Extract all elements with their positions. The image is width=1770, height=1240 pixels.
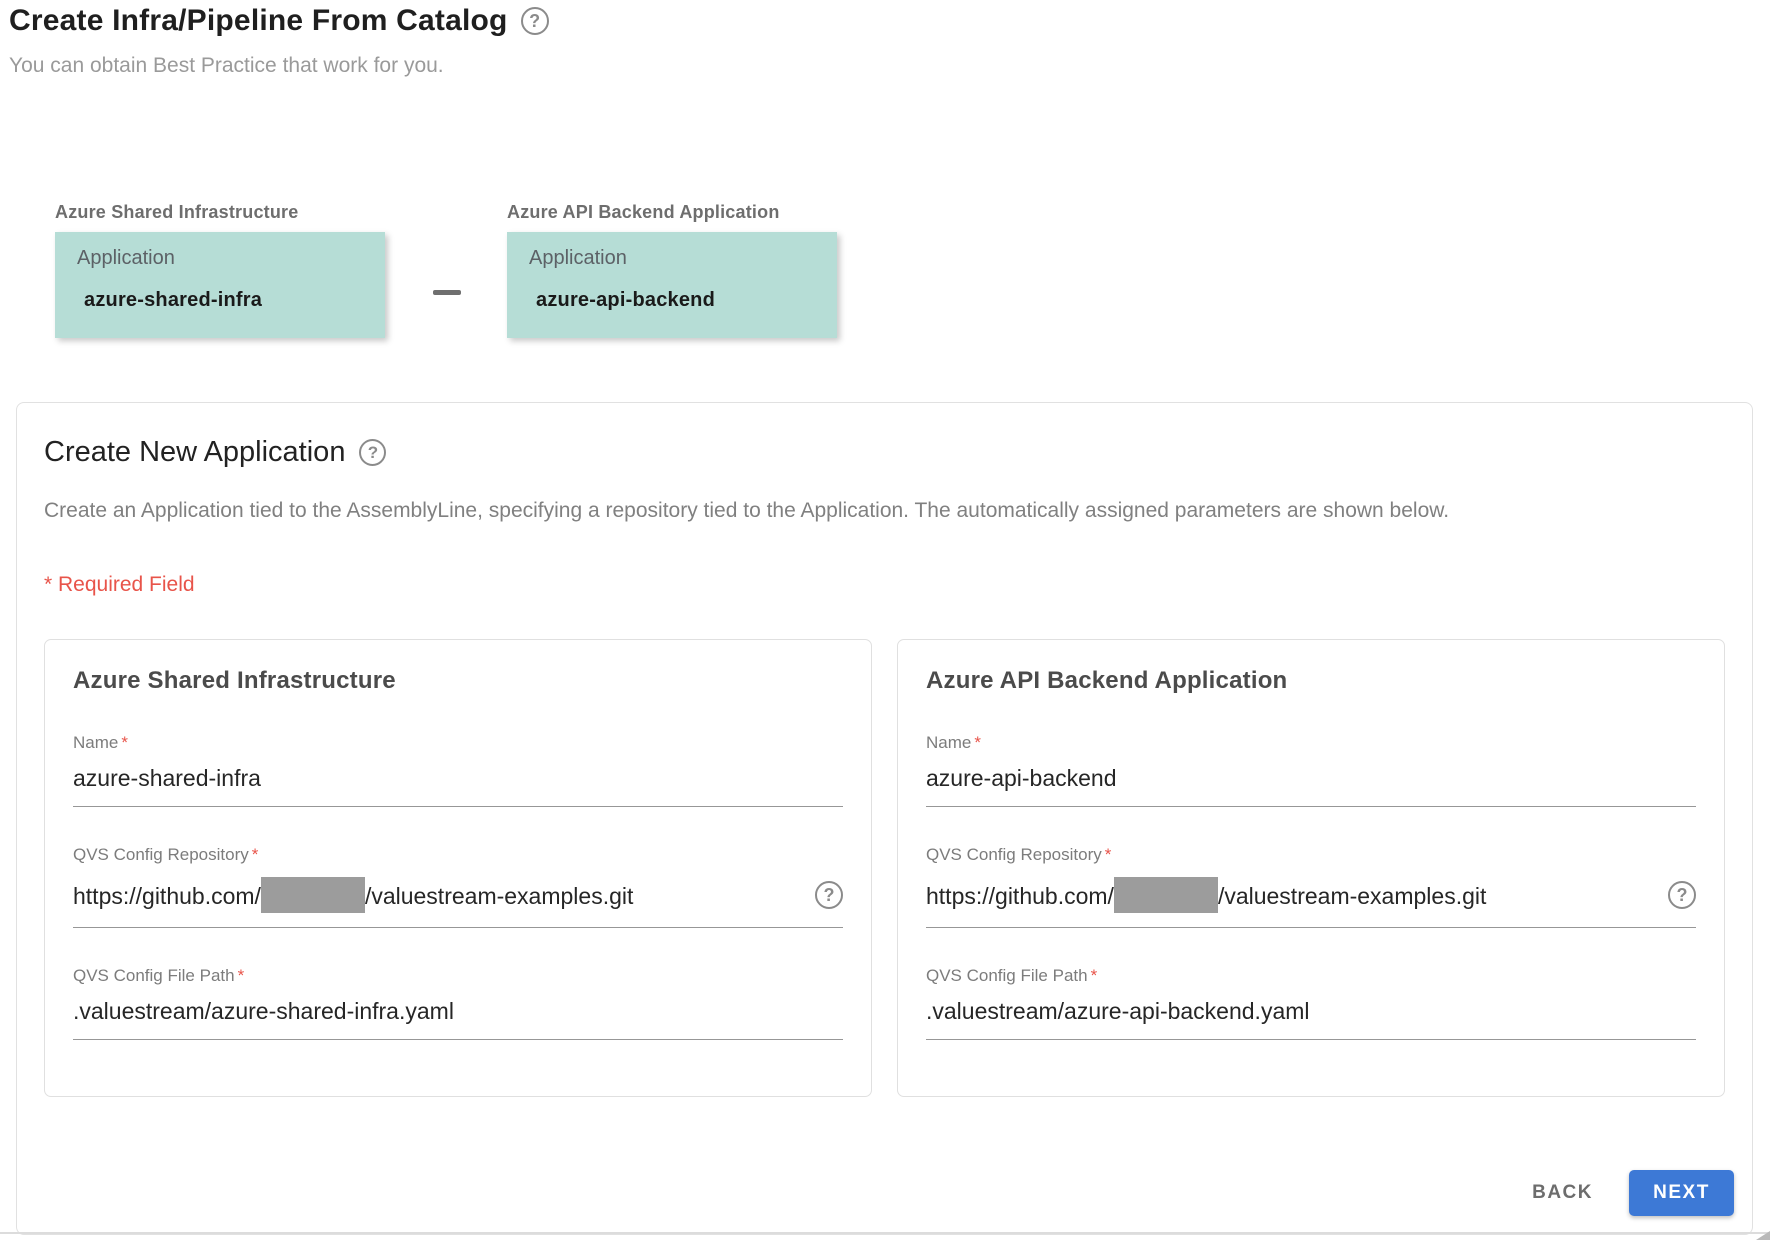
url-suffix: /valuestream-examples.git <box>1218 883 1486 909</box>
field-qvs-config-file-path: QVS Config File Path* .valuestream/azure… <box>73 966 843 1040</box>
required-asterisk: * <box>238 966 245 985</box>
field-label: QVS Config File Path* <box>926 966 1696 986</box>
field-label: QVS Config Repository* <box>926 845 1696 865</box>
redacted-text <box>261 877 365 913</box>
node-type-label: Application <box>529 247 815 270</box>
field-label: QVS Config Repository* <box>73 845 843 865</box>
field-value-text: azure-shared-infra <box>73 765 261 792</box>
create-new-application-card: Create New Application ? Create an Appli… <box>16 402 1753 1235</box>
scrollbar-corner <box>1756 1231 1770 1240</box>
panel-azure-api-backend-application: Azure API Backend Application Name* azur… <box>897 639 1725 1097</box>
node-name: azure-shared-infra <box>84 289 363 312</box>
qvs-config-repository-input[interactable]: https://github.com/ /valuestream-examples… <box>73 877 843 928</box>
field-value-text: https://github.com/ /valuestream-examples… <box>73 877 633 913</box>
field-label-text: QVS Config File Path <box>926 966 1088 985</box>
required-asterisk: * <box>121 733 128 752</box>
qvs-config-file-path-input[interactable]: .valuestream/azure-shared-infra.yaml <box>73 998 843 1040</box>
card-help-icon[interactable]: ? <box>359 439 386 466</box>
field-value-text: .valuestream/azure-shared-infra.yaml <box>73 998 454 1025</box>
field-qvs-config-repository: QVS Config Repository* https://github.co… <box>926 845 1696 928</box>
required-field-note: * Required Field <box>44 573 1725 597</box>
node-label: Azure Shared Infrastructure <box>55 202 385 223</box>
url-suffix: /valuestream-examples.git <box>365 883 633 909</box>
field-label-text: QVS Config Repository <box>73 845 249 864</box>
qvs-config-repository-input[interactable]: https://github.com/ /valuestream-examples… <box>926 877 1696 928</box>
page-title: Create Infra/Pipeline From Catalog <box>9 4 508 38</box>
page-header: Create Infra/Pipeline From Catalog ? You… <box>0 0 1770 78</box>
url-prefix: https://github.com/ <box>73 883 261 909</box>
url-prefix: https://github.com/ <box>926 883 1114 909</box>
field-qvs-config-file-path: QVS Config File Path* .valuestream/azure… <box>926 966 1696 1040</box>
field-help-icon[interactable]: ? <box>815 881 843 909</box>
field-value-text: azure-api-backend <box>926 765 1117 792</box>
name-input[interactable]: azure-shared-infra <box>73 765 843 807</box>
node-connector <box>433 290 461 295</box>
page-help-icon[interactable]: ? <box>521 7 549 35</box>
field-label-text: QVS Config File Path <box>73 966 235 985</box>
wizard-actions: BACK NEXT <box>1514 1170 1734 1216</box>
page-subtitle: You can obtain Best Practice that work f… <box>9 54 1760 78</box>
field-name: Name* azure-api-backend <box>926 733 1696 807</box>
required-asterisk: * <box>1105 845 1112 864</box>
panel-azure-shared-infrastructure: Azure Shared Infrastructure Name* azure-… <box>44 639 872 1097</box>
required-asterisk: * <box>1091 966 1098 985</box>
field-label: Name* <box>926 733 1696 753</box>
redacted-text <box>1114 877 1218 913</box>
field-label-text: QVS Config Repository <box>926 845 1102 864</box>
panel-title: Azure API Backend Application <box>926 667 1696 695</box>
field-label-text: Name <box>926 733 971 752</box>
bottom-divider <box>0 1232 1770 1234</box>
field-label: Name* <box>73 733 843 753</box>
field-qvs-config-repository: QVS Config Repository* https://github.co… <box>73 845 843 928</box>
panel-title: Azure Shared Infrastructure <box>73 667 843 695</box>
node-name: azure-api-backend <box>536 289 815 312</box>
node-card-api-backend[interactable]: Application azure-api-backend <box>507 232 837 338</box>
catalog-node-api-backend: Azure API Backend Application Applicatio… <box>507 202 837 338</box>
card-description: Create an Application tied to the Assemb… <box>44 499 1725 523</box>
required-asterisk: * <box>252 845 259 864</box>
back-button[interactable]: BACK <box>1514 1170 1611 1216</box>
field-help-icon[interactable]: ? <box>1668 881 1696 909</box>
field-value-text: https://github.com/ /valuestream-examples… <box>926 877 1486 913</box>
qvs-config-file-path-input[interactable]: .valuestream/azure-api-backend.yaml <box>926 998 1696 1040</box>
next-button[interactable]: NEXT <box>1629 1170 1734 1216</box>
catalog-node-shared-infra: Azure Shared Infrastructure Application … <box>55 202 385 338</box>
card-title: Create New Application <box>44 436 345 469</box>
name-input[interactable]: azure-api-backend <box>926 765 1696 807</box>
node-type-label: Application <box>77 247 363 270</box>
required-asterisk: * <box>974 733 981 752</box>
field-name: Name* azure-shared-infra <box>73 733 843 807</box>
field-label: QVS Config File Path* <box>73 966 843 986</box>
application-panels: Azure Shared Infrastructure Name* azure-… <box>44 639 1725 1097</box>
node-label: Azure API Backend Application <box>507 202 837 223</box>
node-card-shared-infra[interactable]: Application azure-shared-infra <box>55 232 385 338</box>
field-value-text: .valuestream/azure-api-backend.yaml <box>926 998 1310 1025</box>
catalog-node-graph: Azure Shared Infrastructure Application … <box>55 202 1770 338</box>
field-label-text: Name <box>73 733 118 752</box>
